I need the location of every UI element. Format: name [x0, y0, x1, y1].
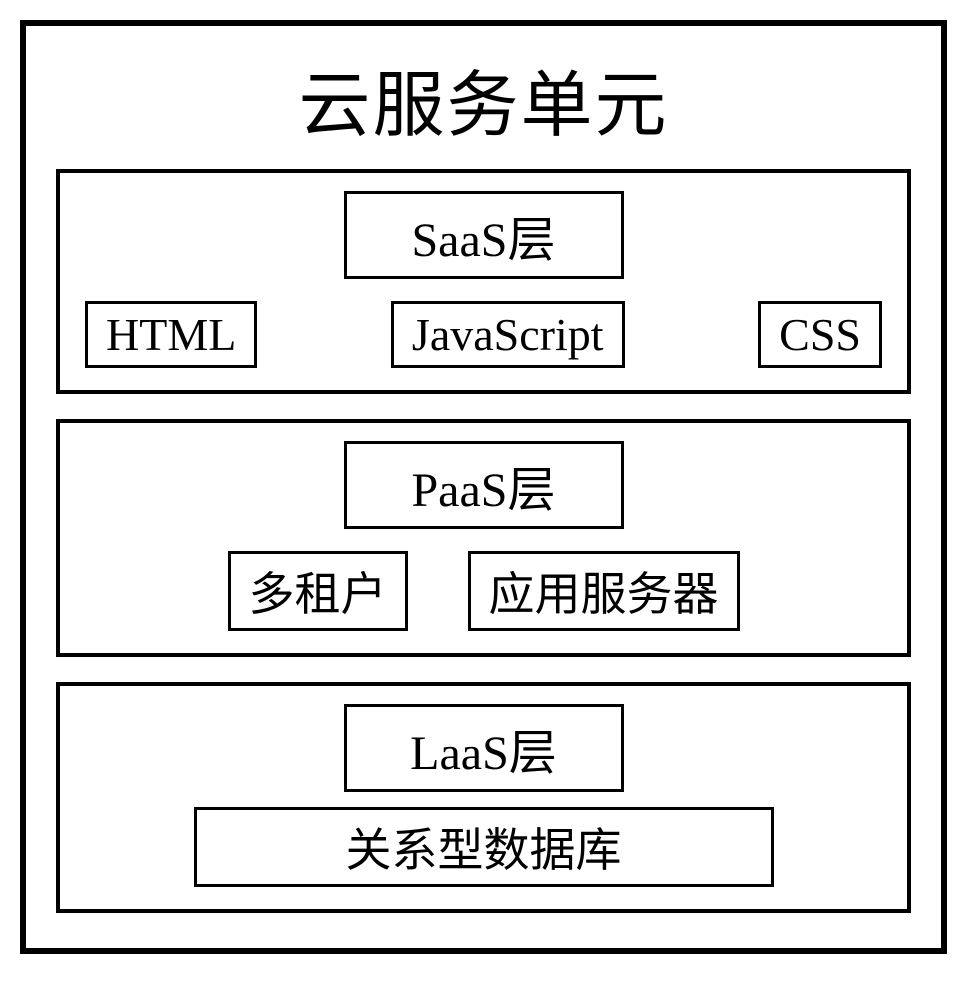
paas-items-row: 多租户 应用服务器 — [85, 551, 882, 631]
saas-item-javascript: JavaScript — [391, 301, 625, 368]
main-title: 云服务单元 — [56, 46, 911, 151]
laas-item-rdbms: 关系型数据库 — [194, 807, 774, 887]
saas-item-html: HTML — [85, 301, 257, 368]
paas-item-appserver: 应用服务器 — [468, 551, 740, 631]
saas-layer-title: SaaS层 — [344, 191, 624, 279]
paas-layer-title: PaaS层 — [344, 441, 624, 529]
cloud-service-unit-container: 云服务单元 SaaS层 HTML JavaScript CSS PaaS层 多租… — [20, 20, 947, 954]
paas-item-multitenant: 多租户 — [228, 551, 408, 631]
saas-items-row: HTML JavaScript CSS — [85, 301, 882, 368]
laas-layer-block: LaaS层 关系型数据库 — [56, 682, 911, 913]
paas-layer-block: PaaS层 多租户 应用服务器 — [56, 419, 911, 657]
laas-items-row: 关系型数据库 — [85, 807, 882, 887]
saas-item-css: CSS — [758, 301, 882, 368]
laas-layer-title: LaaS层 — [344, 704, 624, 792]
saas-layer-block: SaaS层 HTML JavaScript CSS — [56, 169, 911, 394]
